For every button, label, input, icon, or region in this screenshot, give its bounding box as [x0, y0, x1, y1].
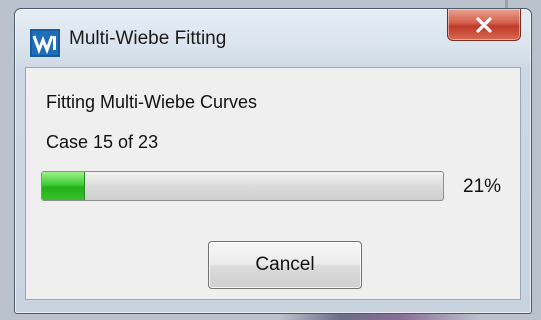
dialog-window: Multi-Wiebe Fitting Fitting Multi-Wiebe … — [14, 8, 532, 314]
dialog-content: Fitting Multi-Wiebe Curves Case 15 of 23… — [25, 67, 521, 300]
title-bar[interactable]: Multi-Wiebe Fitting — [15, 9, 531, 67]
close-x-icon — [476, 16, 492, 33]
cancel-button[interactable]: Cancel — [208, 241, 362, 289]
window-title: Multi-Wiebe Fitting — [69, 28, 227, 49]
progress-fill — [42, 172, 86, 200]
wave-logo-icon — [30, 29, 60, 57]
progress-percent-label: 21% — [463, 176, 502, 197]
progress-bar — [41, 171, 444, 201]
close-button[interactable] — [447, 9, 521, 41]
progress-message: Fitting Multi-Wiebe Curves — [46, 92, 258, 112]
case-counter: Case 15 of 23 — [46, 132, 159, 152]
